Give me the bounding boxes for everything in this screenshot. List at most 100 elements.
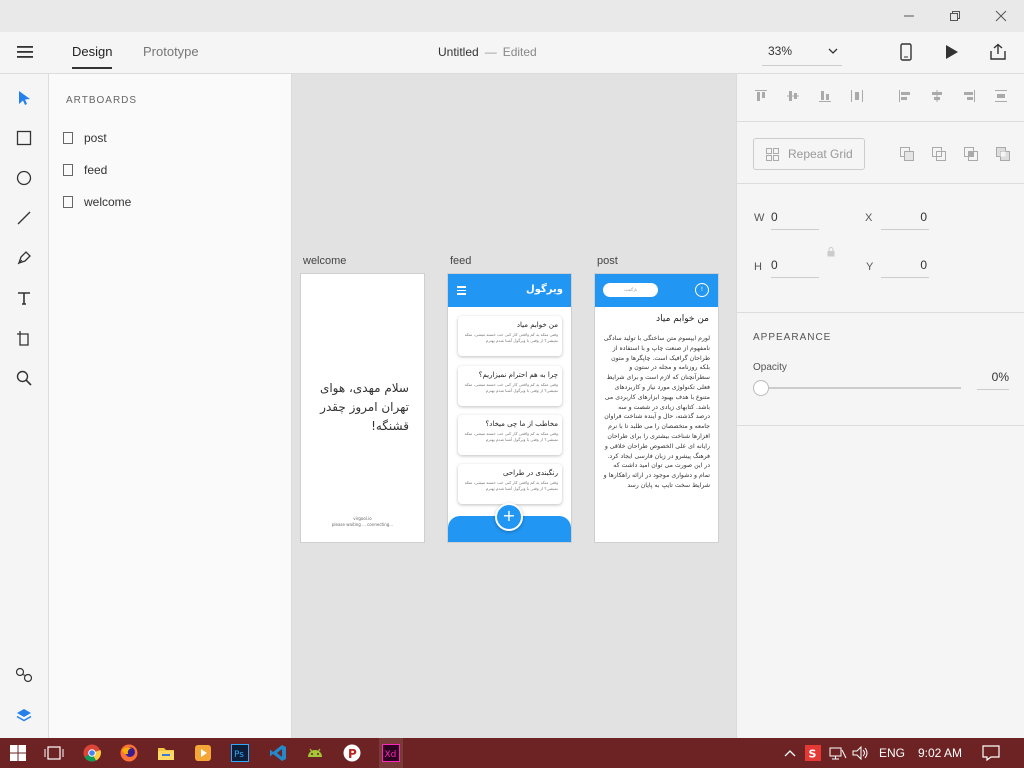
y-input[interactable]: 0 (881, 258, 929, 278)
design-canvas[interactable]: welcome سلام مهدی، هوای تهران امروز چقدر… (292, 74, 736, 738)
width-label: W (754, 212, 765, 224)
artboard-label-welcome[interactable]: welcome (303, 255, 346, 267)
rectangle-tool-icon[interactable] (12, 126, 36, 150)
tray-app-icon[interactable]: S (803, 743, 823, 763)
chevron-down-icon (828, 44, 838, 58)
zoom-tool-icon[interactable] (12, 366, 36, 390)
svg-text:S: S (809, 748, 817, 761)
boolean-exclude-icon[interactable] (995, 146, 1011, 162)
close-icon[interactable] (978, 0, 1024, 32)
distribute-vertical-icon[interactable] (993, 88, 1009, 104)
zoom-select[interactable]: 33% (762, 38, 842, 66)
document-status: Edited (502, 45, 537, 59)
width-input[interactable]: 0 (771, 210, 819, 230)
menu-icon (457, 286, 466, 297)
repeat-grid-button[interactable]: Repeat Grid (753, 138, 865, 170)
boolean-add-icon[interactable] (899, 146, 915, 162)
appearance-heading: APPEARANCE (753, 332, 832, 343)
pen-tool-icon[interactable] (12, 246, 36, 270)
notifications-icon[interactable] (981, 743, 1001, 763)
firefox-icon[interactable] (119, 743, 139, 763)
visual-studio-code-icon[interactable] (268, 743, 288, 763)
artboard-post[interactable]: بازگشت ! من خوابم میاد لورم ایپسوم متن س… (594, 273, 719, 543)
post-app-bar: بازگشت ! (595, 274, 718, 307)
adobe-xd-icon[interactable]: Xd (379, 738, 403, 768)
tab-design[interactable]: Design (72, 44, 113, 69)
align-left-icon[interactable] (897, 88, 913, 104)
android-studio-icon[interactable] (305, 743, 325, 763)
opacity-slider-track[interactable] (761, 387, 961, 389)
welcome-footer: virgool.io please waiting ... connecting… (301, 516, 424, 528)
back-pill: بازگشت (603, 283, 658, 297)
tool-bar (0, 74, 49, 738)
card-body: وقتی متکه یه کم واقعی کار کنی خب خسته می… (464, 382, 558, 393)
artboard-label-feed[interactable]: feed (450, 255, 471, 267)
chrome-icon[interactable] (82, 743, 102, 763)
select-tool-icon[interactable] (12, 86, 36, 110)
align-top-icon[interactable] (753, 88, 769, 104)
media-player-icon[interactable] (193, 743, 213, 763)
lock-icon[interactable] (823, 244, 839, 260)
tab-prototype[interactable]: Prototype (143, 44, 199, 59)
ellipse-tool-icon[interactable] (12, 166, 36, 190)
document-title: Untitled — Edited (438, 45, 537, 59)
boolean-intersect-icon[interactable] (963, 146, 979, 162)
info-icon: ! (695, 283, 709, 297)
layer-label: feed (84, 163, 108, 177)
file-explorer-icon[interactable] (156, 743, 176, 763)
device-preview-icon[interactable] (894, 40, 918, 64)
svg-text:Ps: Ps (234, 750, 244, 760)
layer-item-welcome[interactable]: welcome (63, 191, 273, 213)
text-tool-icon[interactable] (12, 286, 36, 310)
distribute-horizontal-icon[interactable] (849, 88, 865, 104)
document-name: Untitled (438, 45, 479, 59)
assets-icon[interactable] (12, 663, 36, 687)
share-icon[interactable] (986, 40, 1010, 64)
artboard-welcome[interactable]: سلام مهدی، هوای تهران امروز چقدر قشنگه! … (300, 273, 425, 543)
post-title: من خوابم میاد (656, 314, 709, 324)
postman-icon[interactable]: P (342, 743, 362, 763)
panel-divider (737, 312, 1024, 313)
repeat-grid-label: Repeat Grid (788, 147, 853, 161)
align-right-icon[interactable] (961, 88, 977, 104)
layer-item-post[interactable]: post (63, 127, 273, 149)
hamburger-menu-icon[interactable] (13, 40, 37, 64)
layer-item-feed[interactable]: feed (63, 159, 273, 181)
artboard-feed[interactable]: ویرگول من خوابم میاد وقتی متکه یه کم واق… (447, 273, 572, 543)
post-body: لورم ایپسوم متن ساختگی با تولید سادگی نا… (603, 335, 710, 489)
grid-icon (766, 148, 779, 161)
system-clock[interactable]: 9:02 AM (918, 746, 962, 760)
opacity-label: Opacity (753, 362, 787, 373)
height-input[interactable]: 0 (771, 258, 819, 278)
layers-icon[interactable] (12, 703, 36, 727)
play-icon[interactable] (940, 40, 964, 64)
artboard-tool-icon[interactable] (12, 326, 36, 350)
welcome-footer-status: please waiting ... connecting... (331, 522, 394, 527)
minimize-icon[interactable] (886, 0, 932, 32)
artboard-label-post[interactable]: post (597, 255, 618, 267)
card-body: وقتی متکه یه کم واقعی کار کنی خب خسته می… (464, 431, 558, 442)
panel-divider (737, 425, 1024, 426)
align-bottom-icon[interactable] (817, 88, 833, 104)
task-view-icon[interactable] (44, 743, 64, 763)
photoshop-icon[interactable]: Ps (230, 743, 250, 763)
welcome-greeting: سلام مهدی، هوای تهران امروز چقدر قشنگه! (319, 381, 409, 433)
align-center-icon[interactable] (929, 88, 945, 104)
line-tool-icon[interactable] (12, 206, 36, 230)
restore-icon[interactable] (932, 0, 978, 32)
panel-divider (737, 183, 1024, 184)
opacity-input[interactable]: 0% (977, 370, 1009, 390)
chevron-up-icon[interactable] (780, 743, 800, 763)
volume-icon[interactable] (851, 743, 871, 763)
card-title: رنگبندی در طراحی (502, 469, 558, 477)
input-language[interactable]: ENG (879, 746, 905, 760)
feed-app-bar: ویرگول (448, 274, 571, 307)
boolean-subtract-icon[interactable] (931, 146, 947, 162)
network-icon[interactable] (828, 743, 848, 763)
property-inspector: Repeat Grid W 0 X 0 H 0 Y 0 APPEARANCE O… (736, 74, 1024, 738)
windows-start-icon[interactable] (8, 743, 28, 763)
x-input[interactable]: 0 (881, 210, 929, 230)
opacity-slider-handle[interactable] (753, 380, 769, 396)
artboard-icon (63, 196, 73, 208)
align-middle-icon[interactable] (785, 88, 801, 104)
